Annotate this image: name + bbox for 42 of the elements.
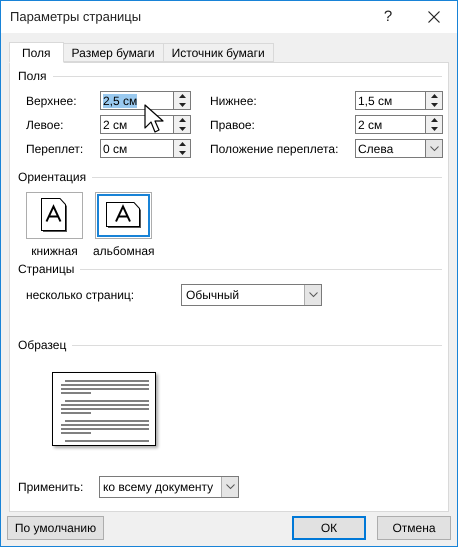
section-header: Ориентация	[18, 169, 86, 186]
chevron-down-icon	[221, 477, 238, 497]
field-label: Переплет:	[26, 140, 84, 158]
orientation-label: книжная	[31, 243, 78, 260]
orientation-button[interactable]	[26, 192, 83, 239]
dropdown[interactable]: Обычный	[181, 284, 322, 306]
dialog-button[interactable]: Отмена	[377, 516, 451, 540]
spin-field[interactable]: 2,5 см	[100, 91, 191, 110]
tab[interactable]: Размер бумаги	[62, 43, 164, 62]
help-button[interactable]: ?	[365, 1, 411, 33]
field-label: Нижнее:	[210, 92, 258, 110]
spin-arrows-icon	[425, 116, 442, 133]
close-icon[interactable]	[428, 11, 440, 23]
section-header: Образец	[18, 337, 66, 354]
spin-arrows-icon	[173, 92, 190, 109]
spin-arrows-icon	[425, 92, 442, 109]
field-label: Применить:	[18, 479, 84, 496]
section-header: Поля	[18, 68, 47, 85]
dialog-button[interactable]: ОК	[292, 516, 366, 540]
dropdown[interactable]: Слева	[355, 139, 443, 158]
orientation-label: альбомная	[93, 243, 155, 260]
field-label: несколько страниц:	[26, 287, 136, 304]
window-title: Параметры страницы	[10, 8, 142, 26]
spin-arrows-icon	[173, 140, 190, 157]
spin-field[interactable]: 1,5 см	[355, 91, 443, 110]
dialog-button[interactable]: По умолчанию	[7, 516, 104, 540]
tab[interactable]: Поля	[9, 42, 64, 63]
spin-field[interactable]: 2 см	[355, 115, 443, 134]
tab[interactable]: Источник бумаги	[162, 43, 274, 62]
chevron-down-icon	[304, 285, 321, 305]
orientation-button[interactable]	[95, 192, 152, 239]
field-label: Верхнее:	[26, 92, 78, 110]
page-icon	[41, 198, 68, 233]
chevron-down-icon	[425, 140, 442, 157]
field-label: Левое:	[26, 116, 64, 134]
page-icon	[106, 202, 142, 229]
field-label: Правое:	[210, 116, 256, 134]
dropdown[interactable]: ко всему документу	[99, 476, 239, 498]
spin-arrows-icon	[173, 116, 190, 133]
field-label: Положение переплета:	[210, 140, 340, 158]
section-header: Страницы	[18, 261, 74, 278]
spin-field[interactable]: 0 см	[100, 139, 191, 158]
